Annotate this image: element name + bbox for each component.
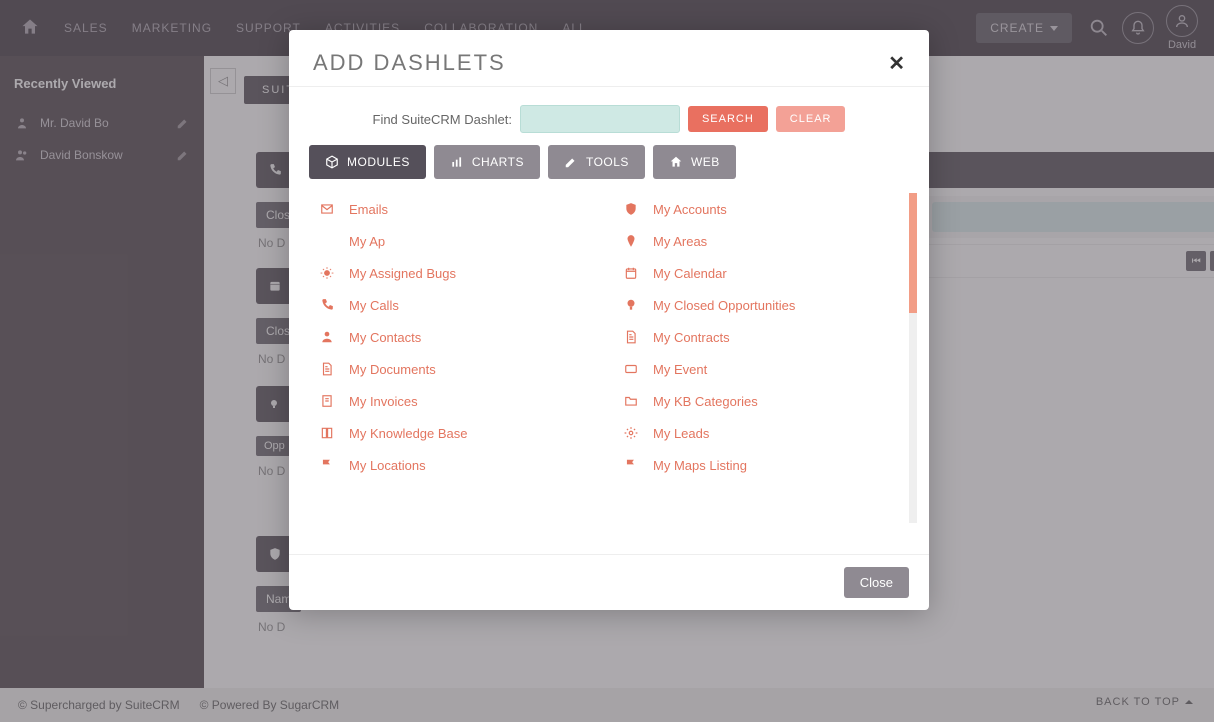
dashlet-item[interactable]: My Locations [309, 449, 613, 481]
dashlet-item[interactable]: My Contracts [613, 321, 917, 353]
dashlet-item-label: My Calls [349, 298, 399, 313]
dashlet-item[interactable]: My Closed Opportunities [613, 289, 917, 321]
clear-button[interactable]: CLEAR [776, 106, 846, 132]
dashlet-item-label: My Leads [653, 426, 709, 441]
tab-web[interactable]: WEB [653, 145, 736, 179]
tab-label: TOOLS [586, 155, 629, 169]
tab-tools[interactable]: TOOLS [548, 145, 645, 179]
bulb-icon [623, 297, 639, 313]
book-icon [319, 425, 335, 441]
dashlet-item-label: My Contacts [349, 330, 421, 345]
dashlet-item-label: My Accounts [653, 202, 727, 217]
tab-label: MODULES [347, 155, 410, 169]
dashlet-item-label: My Calendar [653, 266, 727, 281]
tab-label: CHARTS [472, 155, 524, 169]
home-icon [669, 155, 683, 169]
dashlet-item-label: My Locations [349, 458, 426, 473]
add-dashlets-modal: ADD DASHLETS ✕ Find SuiteCRM Dashlet: SE… [289, 30, 929, 610]
dashlet-item-label: My Closed Opportunities [653, 298, 795, 313]
dashlet-item-label: My Event [653, 362, 707, 377]
dashlet-tabs: MODULES CHARTS TOOLS WEB [289, 145, 929, 179]
dashlet-item-label: My KB Categories [653, 394, 758, 409]
flag-icon [623, 457, 639, 473]
dashlet-item[interactable]: My Leads [613, 417, 917, 449]
dashlet-item[interactable]: My Calendar [613, 257, 917, 289]
chart-icon [450, 155, 464, 169]
doc-icon [623, 329, 639, 345]
mail-icon [319, 201, 335, 217]
dashlet-item[interactable]: My Event [613, 353, 917, 385]
dashlet-item[interactable]: My Areas [613, 225, 917, 257]
pin-icon [623, 233, 639, 249]
dashlet-item-label: My Documents [349, 362, 436, 377]
search-label: Find SuiteCRM Dashlet: [373, 112, 512, 127]
phone-icon [319, 297, 335, 313]
dashlet-item[interactable]: My Invoices [309, 385, 613, 417]
dashlet-item-label: My Contracts [653, 330, 730, 345]
dashlet-item-label: My Invoices [349, 394, 418, 409]
tab-label: WEB [691, 155, 720, 169]
dashlet-item[interactable]: My Documents [309, 353, 613, 385]
dashlet-item[interactable]: My KB Categories [613, 385, 917, 417]
dashlet-item[interactable]: My Accounts [613, 193, 917, 225]
dashlet-item[interactable]: Emails [309, 193, 613, 225]
tab-charts[interactable]: CHARTS [434, 145, 540, 179]
calendar-icon [623, 265, 639, 281]
dashlet-item-label: My Knowledge Base [349, 426, 468, 441]
ticket-icon [623, 361, 639, 377]
scrollbar-track[interactable] [909, 193, 917, 523]
flag-icon [319, 457, 335, 473]
bug-icon [319, 265, 335, 281]
doc-icon [319, 361, 335, 377]
modal-title: ADD DASHLETS [313, 50, 506, 76]
shield-icon [623, 201, 639, 217]
dashlet-item-label: My Assigned Bugs [349, 266, 456, 281]
search-button[interactable]: SEARCH [688, 106, 768, 132]
none-icon [319, 233, 335, 249]
dashlet-item[interactable]: My Contacts [309, 321, 613, 353]
invoice-icon [319, 393, 335, 409]
tab-modules[interactable]: MODULES [309, 145, 426, 179]
dashlet-item-label: Emails [349, 202, 388, 217]
person-icon [319, 329, 335, 345]
dashlet-item[interactable]: My Assigned Bugs [309, 257, 613, 289]
tools-icon [564, 155, 578, 169]
dashlet-item-label: My Ap [349, 234, 385, 249]
dashlet-item-label: My Areas [653, 234, 707, 249]
dashlet-item[interactable]: My Maps Listing [613, 449, 917, 481]
cube-icon [325, 155, 339, 169]
modal-close-icon[interactable]: ✕ [888, 51, 905, 76]
close-button[interactable]: Close [844, 567, 909, 598]
dashlet-item[interactable]: My Ap [309, 225, 613, 257]
gear-icon [623, 425, 639, 441]
folder-icon [623, 393, 639, 409]
scrollbar-thumb[interactable] [909, 193, 917, 313]
dashlet-item[interactable]: My Knowledge Base [309, 417, 613, 449]
dashlet-item[interactable]: My Calls [309, 289, 613, 321]
dashlet-search-input[interactable] [520, 105, 680, 133]
dashlet-item-label: My Maps Listing [653, 458, 747, 473]
